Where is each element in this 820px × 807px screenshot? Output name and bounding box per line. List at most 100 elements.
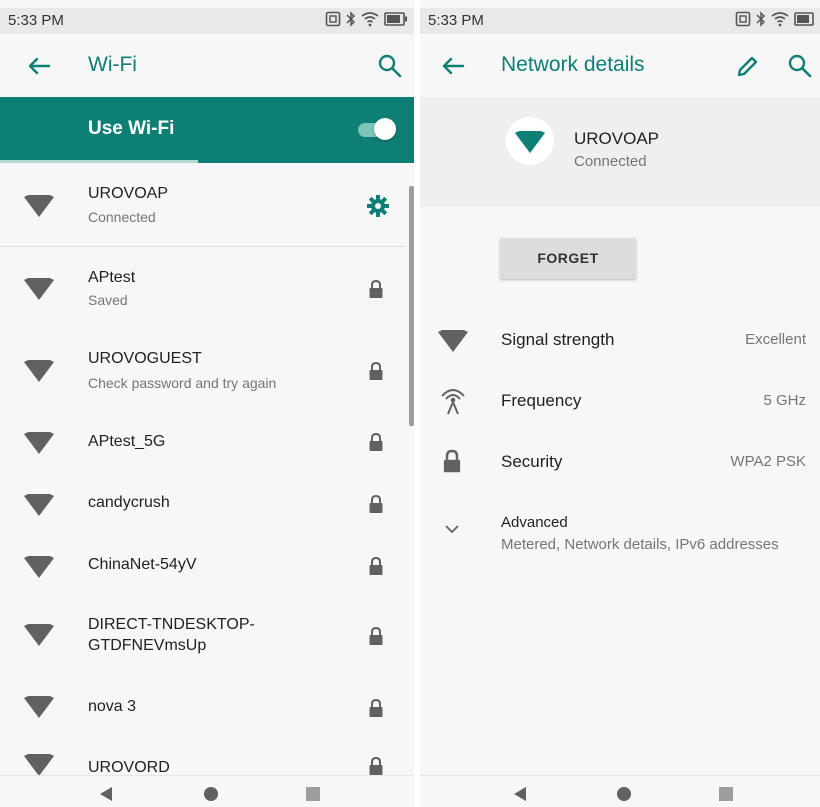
lock-icon [369, 432, 383, 451]
nav-recents-icon[interactable] [718, 786, 734, 802]
wifi-signal-icon [24, 494, 54, 516]
wifi-signal-icon [24, 278, 54, 300]
network-row[interactable]: nova 3 [0, 678, 404, 740]
lock-icon [369, 698, 383, 717]
network-name: APtest_5G [88, 433, 166, 450]
advanced-row[interactable]: Advanced Metered, Network details, IPv6 … [420, 504, 820, 560]
search-icon[interactable] [785, 51, 815, 81]
use-wifi-toggle[interactable] [356, 118, 396, 140]
advanced-label: Advanced [501, 514, 568, 531]
back-arrow-icon[interactable] [438, 51, 468, 81]
network-avatar [506, 117, 554, 165]
use-wifi-label: Use Wi-Fi [88, 118, 175, 139]
wifi-signal-icon [24, 556, 54, 578]
network-name-line2: GTDFNEVmsUp [88, 637, 207, 654]
network-status: Connected [574, 153, 647, 170]
detail-label: Security [501, 452, 563, 471]
wifi-signal-icon [24, 754, 54, 775]
detail-label: Frequency [501, 391, 582, 410]
lock-icon [369, 556, 383, 575]
detail-value: WPA2 PSK [730, 453, 806, 470]
chevron-down-icon [445, 525, 459, 534]
page-title: Wi-Fi [88, 53, 137, 76]
nav-bar [420, 775, 820, 807]
detail-row-frequency: Frequency 5 GHz [420, 381, 820, 421]
lock-icon [369, 361, 383, 380]
nav-recents-icon[interactable] [305, 786, 321, 802]
wifi-signal-icon [438, 330, 468, 352]
network-row[interactable]: APtest Saved [0, 250, 404, 332]
network-details-screen: 5:33 PM Network details UROVOAP Connecte… [420, 0, 820, 807]
wifi-signal-icon [24, 195, 54, 217]
forget-button[interactable]: FORGET [500, 238, 636, 279]
detail-value: Excellent [745, 331, 806, 348]
edit-pencil-icon[interactable] [733, 51, 763, 81]
status-time: 5:33 PM [8, 12, 64, 29]
wifi-signal-icon [24, 624, 54, 646]
wifi-signal-icon [515, 131, 545, 153]
nfc-icon [325, 11, 341, 27]
network-row[interactable]: ChinaNet-54yV [0, 536, 404, 598]
network-name: nova 3 [88, 698, 137, 715]
battery-icon [794, 12, 814, 26]
toggle-thumb [374, 118, 396, 140]
advanced-summary: Metered, Network details, IPv6 addresses [501, 536, 779, 553]
app-bar: Network details [420, 34, 820, 96]
app-bar: Wi-Fi [0, 34, 414, 96]
page-title: Network details [501, 53, 645, 76]
lock-icon [369, 494, 383, 513]
network-name: ChinaNet-54yV [88, 556, 197, 573]
detail-label: Signal strength [501, 330, 615, 349]
network-header: UROVOAP Connected [420, 97, 820, 207]
detail-value: 5 GHz [763, 392, 806, 409]
progress-underline [0, 160, 198, 163]
wifi-signal-icon [24, 696, 54, 718]
status-icons [325, 11, 408, 27]
status-bar: 5:33 PM [0, 8, 414, 34]
status-time: 5:33 PM [428, 12, 484, 29]
wifi-status-icon [361, 12, 379, 27]
wifi-signal-icon [24, 360, 54, 382]
lock-icon [369, 279, 383, 298]
use-wifi-bar[interactable]: Use Wi-Fi [0, 97, 414, 163]
network-row[interactable]: APtest_5G [0, 412, 404, 474]
network-name: DIRECT-TNDESKTOP- [88, 616, 255, 633]
lock-icon [443, 449, 461, 473]
network-name: UROVOGUEST [88, 350, 202, 367]
network-name: UROVORD [88, 759, 170, 775]
wifi-signal-icon [24, 432, 54, 454]
detail-row-signal: Signal strength Excellent [420, 320, 820, 360]
status-icons [735, 11, 814, 27]
network-status: Check password and try again [88, 375, 277, 391]
network-row[interactable]: candycrush [0, 474, 404, 536]
battery-icon [384, 12, 407, 26]
nav-home-icon[interactable] [616, 786, 632, 802]
back-arrow-icon[interactable] [24, 51, 54, 81]
detail-row-security: Security WPA2 PSK [420, 442, 820, 482]
divider [0, 246, 404, 247]
network-name: UROVOAP [574, 129, 660, 148]
bluetooth-icon [346, 11, 356, 27]
status-bar: 5:33 PM [420, 8, 820, 34]
gear-icon[interactable] [366, 194, 390, 218]
antenna-icon [441, 389, 465, 415]
lock-icon [369, 756, 383, 775]
lock-icon [369, 626, 383, 645]
wifi-list-screen: 5:33 PM Wi-Fi Use Wi-Fi UROVOAP Connecte… [0, 0, 414, 807]
network-row[interactable]: DIRECT-TNDESKTOP- GTDFNEVmsUp [0, 598, 404, 678]
network-name: APtest [88, 269, 136, 286]
nfc-icon [735, 11, 751, 27]
nav-back-icon[interactable] [99, 786, 113, 802]
bluetooth-icon [756, 11, 766, 27]
network-row[interactable]: UROVOAP Connected [0, 168, 404, 246]
nav-back-icon[interactable] [513, 786, 527, 802]
nav-bar [0, 775, 414, 807]
wifi-status-icon [771, 12, 789, 27]
network-name: candycrush [88, 494, 170, 511]
network-row[interactable]: UROVORD [0, 740, 404, 775]
network-status: Saved [88, 292, 128, 308]
nav-home-icon[interactable] [203, 786, 219, 802]
network-row[interactable]: UROVOGUEST Check password and try again [0, 332, 404, 412]
network-name: UROVOAP [88, 185, 169, 202]
search-icon[interactable] [375, 51, 405, 81]
